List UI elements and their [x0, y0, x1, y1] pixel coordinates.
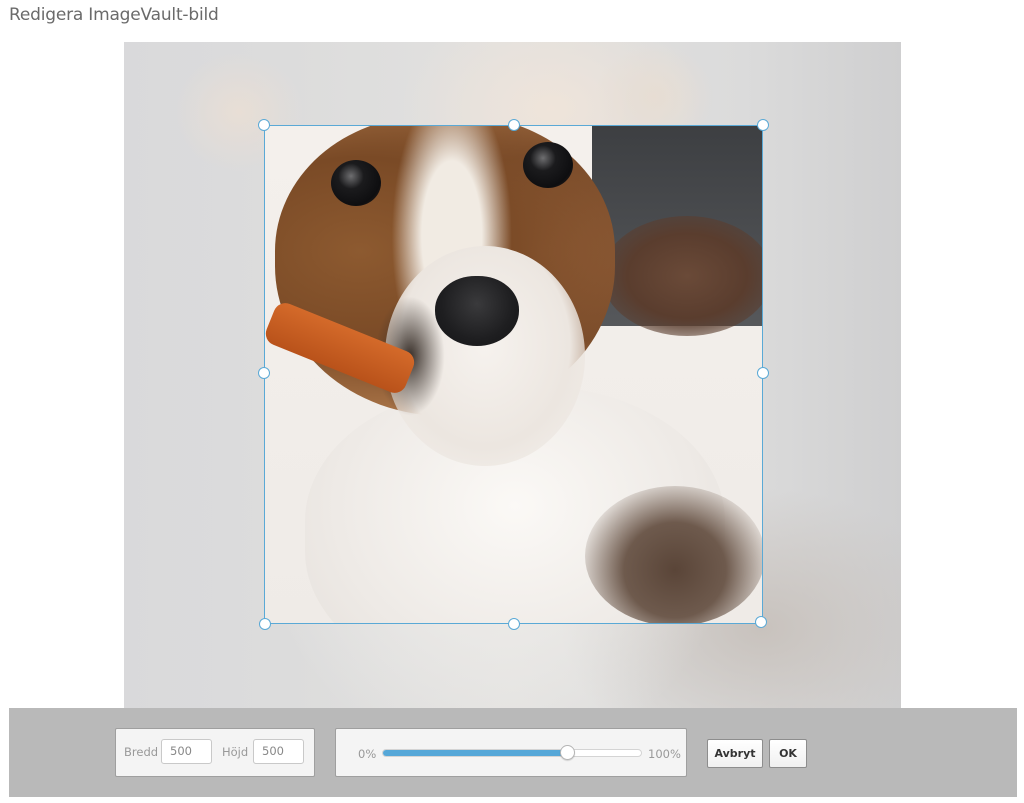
crop-handle-bottom-right[interactable] [755, 616, 767, 628]
crop-selection[interactable] [264, 125, 763, 624]
zoom-slider-fill [383, 750, 567, 756]
crop-handle-right[interactable] [757, 367, 769, 379]
cancel-button[interactable]: Avbryt [707, 739, 763, 768]
height-label: Höjd [222, 745, 249, 759]
zoom-group: 0% 100% [335, 728, 687, 777]
crop-handle-bottom-left[interactable] [259, 618, 271, 630]
zoom-max-label: 100% [648, 747, 681, 761]
puppy-eye-left [331, 160, 381, 206]
crop-handle-top[interactable] [508, 119, 520, 131]
dialog-title: Redigera ImageVault-bild [9, 5, 219, 25]
crop-handle-bottom[interactable] [508, 618, 520, 630]
crop-handle-top-left[interactable] [258, 119, 270, 131]
width-label: Bredd [124, 745, 159, 759]
zoom-slider-thumb[interactable] [559, 745, 575, 760]
height-input[interactable]: 500 [253, 739, 304, 764]
puppy-eye-right [523, 142, 573, 188]
crop-handle-left[interactable] [258, 367, 270, 379]
ok-button[interactable]: OK [769, 739, 807, 768]
photo-toy [585, 486, 762, 623]
dimensions-group: Bredd 500 Höjd 500 [115, 728, 315, 777]
editor-toolbar: Bredd 500 Höjd 500 0% 100% Avbryt OK [9, 708, 1017, 797]
width-input[interactable]: 500 [161, 739, 212, 764]
zoom-slider-track[interactable] [382, 749, 642, 757]
puppy-nose [435, 276, 519, 346]
photo-rope [602, 216, 762, 336]
zoom-min-label: 0% [358, 747, 377, 761]
crop-handle-top-right[interactable] [757, 119, 769, 131]
